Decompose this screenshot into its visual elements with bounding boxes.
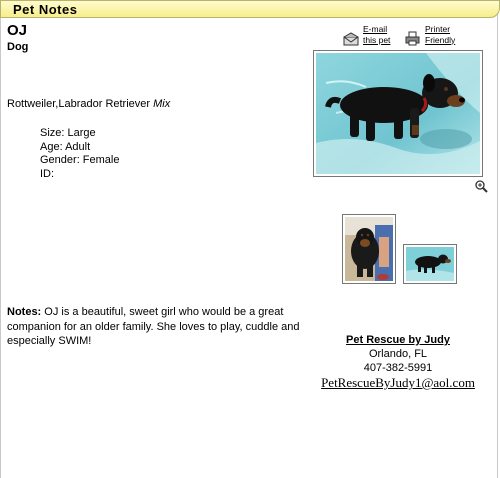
page-title: Pet Notes xyxy=(13,2,78,17)
thumbnail-1[interactable] xyxy=(342,214,396,284)
magnifier-icon[interactable] xyxy=(475,180,488,193)
dog-swimming-thumbnail xyxy=(406,247,454,281)
title-bar: Pet Notes xyxy=(0,0,500,18)
rescue-phone: 407-382-5991 xyxy=(363,362,433,374)
breed-text: Rottweiler,Labrador Retriever xyxy=(7,98,151,110)
pet-size: Size: Large xyxy=(40,127,96,139)
pet-facts: Size: Large Age: Adult Gender: Female ID… xyxy=(40,127,119,181)
notes-label: Notes: xyxy=(7,306,42,318)
rescue-org-link[interactable]: Pet Rescue by Judy xyxy=(313,333,483,347)
envelope-icon[interactable] xyxy=(343,32,359,46)
dog-portrait-thumbnail xyxy=(345,217,393,281)
print-link-line1[interactable]: Printer xyxy=(425,24,450,34)
pet-gender: Gender: Female xyxy=(40,154,120,166)
email-link-line1[interactable]: E-mail xyxy=(363,24,387,34)
rescue-city: Orlando, FL xyxy=(368,348,428,360)
printer-icon[interactable] xyxy=(405,31,420,46)
rescue-email-link[interactable]: PetRescueByJudy1@aol.com xyxy=(313,376,483,390)
pet-age: Age: Adult xyxy=(40,140,91,153)
print-link-line2[interactable]: Friendly xyxy=(425,35,455,45)
pet-species: Dog xyxy=(7,41,29,53)
rescue-contact: Pet Rescue by Judy Orlando, FL 407-382-5… xyxy=(313,333,483,390)
pet-id: ID: xyxy=(40,167,55,180)
dog-in-pool-image xyxy=(316,53,480,174)
breed-suffix: Mix xyxy=(153,98,171,110)
pet-breed: Rottweiler,Labrador Retriever Mix xyxy=(7,98,170,110)
notes-text: OJ is a beautiful, sweet girl who would … xyxy=(7,306,300,347)
thumbnail-2[interactable] xyxy=(403,244,457,284)
pet-name: OJ xyxy=(7,22,28,39)
main-pet-photo[interactable] xyxy=(313,50,483,177)
email-link-line2[interactable]: this pet xyxy=(363,35,390,45)
pet-notes: Notes: OJ is a beautiful, sweet girl who… xyxy=(7,305,307,349)
